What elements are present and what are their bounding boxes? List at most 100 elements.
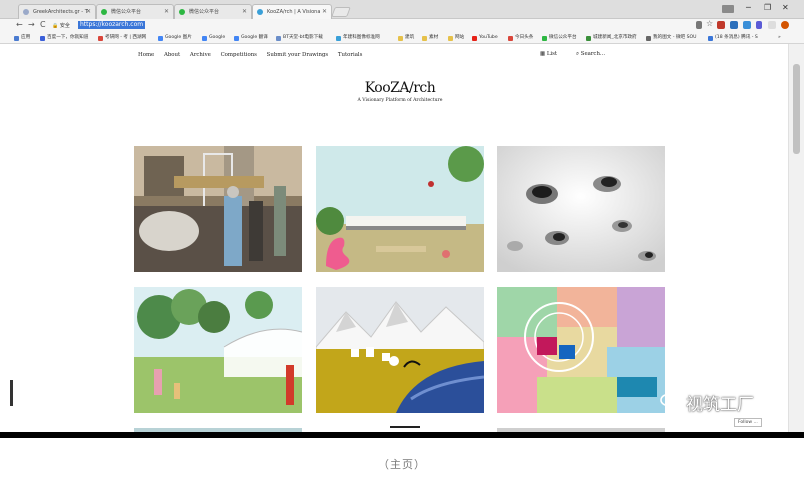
nav-tutorials[interactable]: Tutorials bbox=[338, 52, 362, 58]
tab-koozarch[interactable]: KooZA/rch | A Visiona ✕ bbox=[252, 4, 332, 19]
gallery-thumbnail[interactable] bbox=[316, 287, 484, 413]
site-nav: Home About Archive Competitions Submit y… bbox=[138, 52, 370, 58]
nav-home[interactable]: Home bbox=[138, 52, 154, 58]
close-window-button[interactable]: ✕ bbox=[782, 3, 789, 12]
gallery-thumbnail[interactable] bbox=[134, 146, 302, 272]
web-page: Home About Archive Competitions Submit y… bbox=[0, 44, 788, 438]
bookmark-label: BT天堂-bt电影下载 bbox=[283, 35, 323, 40]
nav-submit[interactable]: Submit your Drawings bbox=[267, 52, 329, 58]
search-icon: ⌕ bbox=[576, 51, 580, 57]
translate-icon bbox=[234, 36, 239, 41]
bookmark-item[interactable]: 微信公众平台 bbox=[542, 34, 577, 42]
bookmark-item[interactable]: 百度一下，你就知道 bbox=[40, 34, 88, 42]
bookmark-label: 建筑 bbox=[405, 35, 415, 40]
bookmark-label: (18 条消息) 腾讯 - S bbox=[715, 35, 758, 40]
bookmark-folder[interactable]: 素材 bbox=[422, 34, 438, 42]
bookmark-item[interactable]: YouTube bbox=[472, 34, 498, 42]
thumbnail-image bbox=[134, 146, 302, 272]
bookmark-item[interactable]: 考研网 - 考 | 西湖网 bbox=[98, 34, 146, 42]
site-tagline: A Visionary Platform of Architecture bbox=[357, 98, 443, 103]
site-logo[interactable]: KooZA/rch bbox=[300, 80, 500, 96]
translate-icon[interactable] bbox=[696, 21, 702, 29]
tab-favicon-icon bbox=[179, 9, 185, 15]
bookmark-label: 年建科图像标准网 bbox=[343, 35, 380, 40]
tab-wechat-1[interactable]: 微信公众平台 ✕ bbox=[96, 4, 174, 19]
scrollbar-thumb[interactable] bbox=[793, 64, 800, 154]
grid-icon: ▦ bbox=[540, 51, 546, 57]
more-bookmarks-button[interactable]: » bbox=[778, 34, 781, 42]
bookmark-item[interactable]: Google bbox=[202, 34, 225, 42]
extension-icon[interactable] bbox=[781, 21, 789, 29]
bookmark-item[interactable]: 今日头条 bbox=[508, 34, 533, 42]
thumbnail-image bbox=[316, 287, 484, 413]
bookmark-item[interactable]: 城建新闻_北京市政府 bbox=[586, 34, 637, 42]
image-caption: （主页） bbox=[378, 458, 426, 471]
youtube-icon bbox=[472, 36, 477, 41]
thumbnail-image bbox=[316, 146, 484, 272]
bookmark-label: 百度一下，你就知道 bbox=[47, 35, 89, 40]
tab-wechat-2[interactable]: 微信公众平台 ✕ bbox=[174, 4, 252, 19]
tab-greekarchitects[interactable]: GreekArchitects.gr - T ✕ bbox=[18, 4, 96, 19]
nav-about[interactable]: About bbox=[164, 52, 180, 58]
bookmark-item[interactable]: 应用 bbox=[14, 34, 30, 42]
reload-button[interactable]: C bbox=[40, 20, 46, 29]
folder-icon bbox=[422, 36, 427, 41]
site-icon bbox=[586, 36, 591, 41]
address-bar: ← → C 🔒 安全 https://koozarch.com ☆ bbox=[0, 19, 804, 32]
close-tab-icon[interactable]: ✕ bbox=[242, 5, 247, 19]
gallery-thumbnail[interactable] bbox=[134, 287, 302, 413]
folder-icon bbox=[398, 36, 403, 41]
site-icon bbox=[708, 36, 713, 41]
list-view-button[interactable]: ▦ List bbox=[540, 51, 557, 57]
new-tab-button[interactable] bbox=[331, 7, 351, 17]
close-tab-icon[interactable]: ✕ bbox=[322, 5, 327, 19]
tab-favicon-icon bbox=[101, 9, 107, 15]
gallery-thumbnail[interactable] bbox=[316, 146, 484, 272]
list-label: List bbox=[546, 51, 558, 57]
bookmark-label: Google 图片 bbox=[165, 35, 192, 40]
bookmark-item[interactable]: Google 翻译 bbox=[234, 34, 268, 42]
extension-icon[interactable] bbox=[768, 21, 776, 29]
google-icon bbox=[202, 36, 207, 41]
page-scrollbar[interactable] bbox=[788, 44, 804, 438]
bookmark-item[interactable]: (18 条消息) 腾讯 - S bbox=[708, 34, 758, 42]
extension-icon[interactable] bbox=[756, 21, 762, 29]
site-icon bbox=[98, 36, 103, 41]
minimize-button[interactable]: ─ bbox=[746, 3, 751, 12]
folder-icon bbox=[448, 36, 453, 41]
bookmark-item[interactable]: 年建科图像标准网 bbox=[336, 34, 380, 42]
bookmark-label: 考研网 - 考 | 西湖网 bbox=[105, 35, 147, 40]
toutiao-icon bbox=[508, 36, 513, 41]
bookmark-label: 网站 bbox=[455, 35, 465, 40]
bookmark-label: 城建新闻_北京市政府 bbox=[593, 35, 637, 40]
nav-archive[interactable]: Archive bbox=[190, 52, 211, 58]
close-tab-icon[interactable]: ✕ bbox=[164, 5, 169, 19]
close-tab-icon[interactable]: ✕ bbox=[86, 5, 91, 19]
bookmark-item[interactable]: BT天堂-bt电影下载 bbox=[276, 34, 323, 42]
star-bookmark-icon[interactable]: ☆ bbox=[706, 19, 714, 28]
apps-icon bbox=[14, 36, 19, 41]
bookmark-label: YouTube bbox=[479, 35, 498, 40]
extension-icon[interactable] bbox=[717, 21, 725, 29]
bookmark-folder[interactable]: 网站 bbox=[448, 34, 464, 42]
bookmark-item[interactable]: 我的图文 - 微吧 SOU bbox=[646, 34, 697, 42]
bookmark-folder[interactable]: 建筑 bbox=[398, 34, 414, 42]
tab-favicon-icon bbox=[23, 9, 29, 15]
maximize-button[interactable]: ❐ bbox=[764, 3, 771, 12]
user-profile-icon[interactable] bbox=[722, 5, 734, 13]
extension-icon[interactable] bbox=[743, 21, 751, 29]
url-input[interactable]: https://koozarch.com bbox=[78, 21, 146, 29]
back-button[interactable]: ← bbox=[16, 20, 23, 29]
taskbar bbox=[0, 432, 804, 438]
bookmark-label: 微信公众平台 bbox=[549, 35, 577, 40]
forward-button[interactable]: → bbox=[28, 20, 35, 29]
site-icon bbox=[336, 36, 341, 41]
search-button[interactable]: ⌕ Search... bbox=[576, 51, 605, 58]
extension-icon[interactable] bbox=[730, 21, 738, 29]
bookmark-item[interactable]: Google 图片 bbox=[158, 34, 192, 42]
nav-competitions[interactable]: Competitions bbox=[221, 52, 257, 58]
security-indicator[interactable]: 🔒 安全 bbox=[52, 22, 70, 29]
gallery-thumbnail[interactable] bbox=[497, 146, 665, 272]
gallery-thumbnail[interactable] bbox=[497, 287, 665, 413]
tab-strip: GreekArchitects.gr - T ✕ 微信公众平台 ✕ 微信公众平台… bbox=[0, 0, 804, 19]
